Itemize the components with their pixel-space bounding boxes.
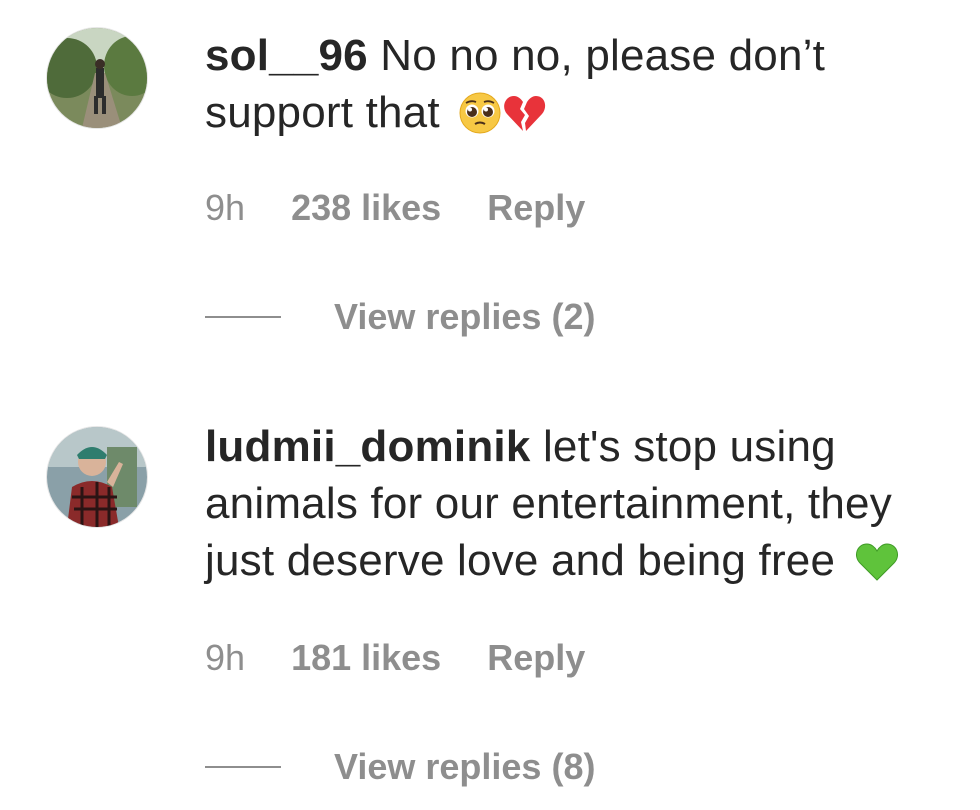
- replies-divider-line: [205, 316, 281, 318]
- broken-heart-icon: [502, 91, 546, 135]
- view-replies-button[interactable]: View replies (8): [205, 746, 595, 788]
- comment-username[interactable]: sol__96: [205, 31, 368, 80]
- comment-body: sol__96 No no no, please don’t support t…: [205, 27, 945, 141]
- avatar[interactable]: [46, 27, 148, 129]
- comment-timestamp: 9h: [205, 187, 246, 228]
- comment-body: ludmii_dominik let's stop using animals …: [205, 418, 945, 589]
- comment-username[interactable]: ludmii_dominik: [205, 422, 531, 471]
- avatar-photo-icon: [47, 427, 147, 527]
- replies-divider-line: [205, 766, 281, 768]
- avatar-photo-icon: [47, 28, 147, 128]
- pleading-face-icon: [458, 91, 502, 135]
- avatar[interactable]: [46, 426, 148, 528]
- comment-meta: 9h 238 likes Reply: [205, 187, 621, 229]
- comment-meta: 9h 181 likes Reply: [205, 637, 621, 679]
- comment-timestamp: 9h: [205, 637, 246, 678]
- green-heart-icon: [854, 539, 900, 583]
- view-replies-label: View replies (2): [334, 296, 596, 337]
- reply-button[interactable]: Reply: [487, 187, 585, 228]
- view-replies-label: View replies (8): [334, 746, 596, 787]
- view-replies-button[interactable]: View replies (2): [205, 296, 595, 338]
- comment-likes[interactable]: 238 likes: [291, 187, 441, 228]
- comment-likes[interactable]: 181 likes: [291, 637, 441, 678]
- reply-button[interactable]: Reply: [487, 637, 585, 678]
